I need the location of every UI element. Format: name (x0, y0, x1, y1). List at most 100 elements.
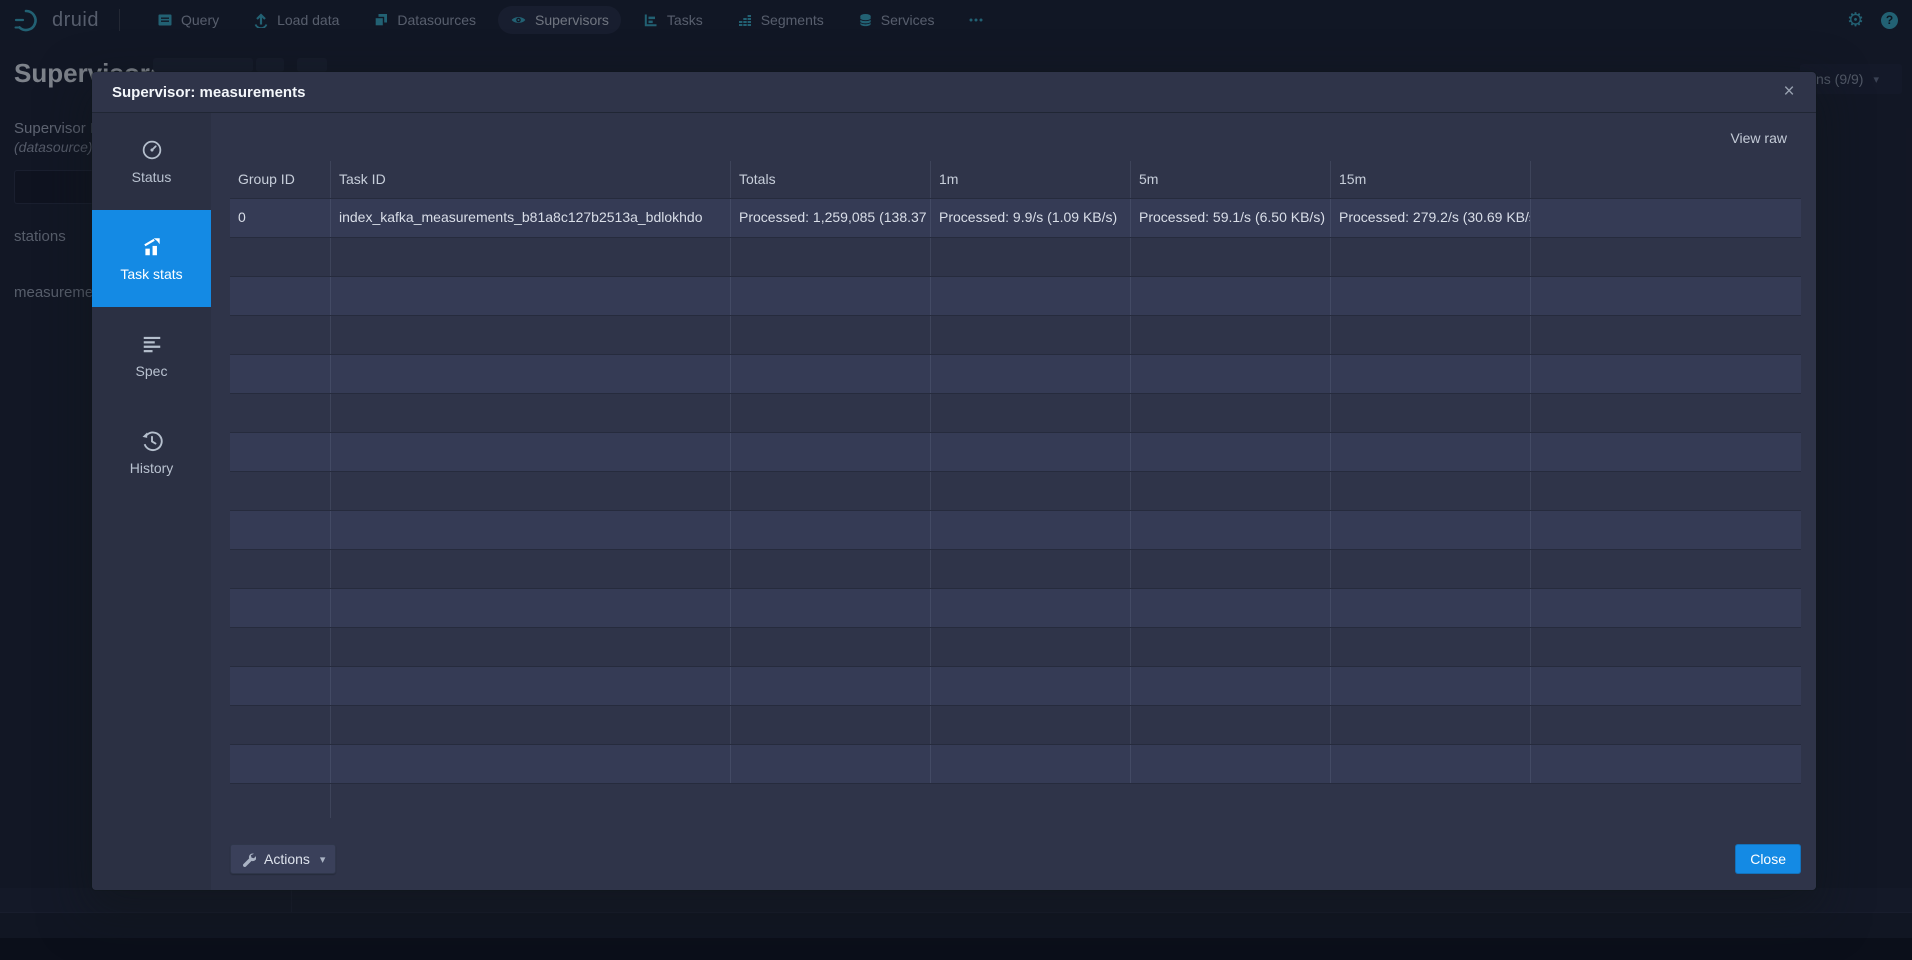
table-cell (230, 550, 331, 588)
table-cell (931, 472, 1131, 510)
table-cell (230, 238, 331, 276)
dialog-header: Supervisor: measurements × (92, 72, 1816, 113)
close-icon[interactable]: × (1776, 79, 1802, 105)
table-cell (1531, 745, 1801, 783)
table-cell (731, 667, 931, 705)
table-cell (1131, 550, 1331, 588)
table-cell (230, 355, 331, 393)
tab-task-stats[interactable]: Task stats (92, 210, 211, 307)
dialog-body: View raw Group IDTask IDTotals1m5m15m0in… (211, 113, 1816, 890)
table-row (230, 472, 1801, 511)
tab-spec[interactable]: Spec (92, 307, 211, 404)
status-icon (141, 139, 163, 161)
table-cell (1331, 472, 1531, 510)
table-cell: Group ID (230, 161, 331, 198)
table-cell: 15m (1331, 161, 1531, 198)
table-cell (1331, 706, 1531, 744)
table-cell (931, 667, 1131, 705)
tab-history[interactable]: History (92, 404, 211, 501)
table-cell (230, 277, 331, 315)
table-cell (1131, 667, 1331, 705)
table-cell: Totals (731, 161, 931, 198)
table-cell (1531, 550, 1801, 588)
table-cell (331, 238, 731, 276)
table-cell (1131, 511, 1331, 549)
table-cell (1531, 316, 1801, 354)
table-cell (1131, 394, 1331, 432)
table-row (230, 433, 1801, 472)
table-cell (1531, 589, 1801, 627)
table-cell: Processed: 279.2/s (30.69 KB/s) (1331, 199, 1531, 237)
table-cell (331, 667, 731, 705)
table-cell (1531, 277, 1801, 315)
table-cell (1131, 745, 1331, 783)
table-cell (931, 589, 1131, 627)
wrench-icon (241, 852, 256, 867)
table-row (230, 511, 1801, 550)
table-cell (1331, 394, 1531, 432)
table-cell (1331, 667, 1531, 705)
table-cell (731, 316, 931, 354)
table-cell (1131, 316, 1331, 354)
table-cell (1131, 238, 1331, 276)
table-row (230, 394, 1801, 433)
table-cell (1131, 628, 1331, 666)
table-cell: 5m (1131, 161, 1331, 198)
table-row (230, 628, 1801, 667)
table-cell (331, 472, 731, 510)
table-cell (1531, 394, 1801, 432)
table-cell (731, 589, 931, 627)
table-cell (1531, 667, 1801, 705)
table-cell (230, 472, 331, 510)
table-cell (1531, 433, 1801, 471)
table-cell (931, 550, 1131, 588)
table-cell (731, 277, 931, 315)
table-cell (1531, 161, 1801, 198)
view-raw-link[interactable]: View raw (1730, 130, 1787, 146)
table-cell (230, 433, 331, 471)
table-cell (931, 277, 1131, 315)
table-cell (230, 706, 331, 744)
table-cell (331, 394, 731, 432)
table-cell (230, 589, 331, 627)
close-button[interactable]: Close (1735, 844, 1801, 874)
table-cell (1331, 628, 1531, 666)
history-icon (141, 430, 163, 452)
table-cell (1131, 589, 1331, 627)
tab-label: History (130, 460, 174, 476)
table-row (230, 238, 1801, 277)
table-row (230, 589, 1801, 628)
table-cell (230, 316, 331, 354)
table-cell (331, 628, 731, 666)
table-cell (1531, 355, 1801, 393)
table-cell (731, 550, 931, 588)
table-header-row: Group IDTask IDTotals1m5m15m (230, 161, 1801, 199)
tab-status[interactable]: Status (92, 113, 211, 210)
table-row: 0index_kafka_measurements_b81a8c127b2513… (230, 199, 1801, 238)
table-cell: 0 (230, 199, 331, 237)
table-cell (331, 277, 731, 315)
table-cell (331, 433, 731, 471)
table-cell (731, 355, 931, 393)
table-cell (1531, 238, 1801, 276)
table-cell (931, 745, 1131, 783)
table-row (230, 316, 1801, 355)
table-cell (230, 628, 331, 666)
table-cell (331, 316, 731, 354)
table-cell (931, 316, 1131, 354)
table-cell (931, 433, 1131, 471)
table-partial-row (230, 784, 1801, 818)
table-cell (1331, 355, 1531, 393)
table-cell (1331, 277, 1531, 315)
table-cell (1331, 550, 1531, 588)
table-cell (230, 667, 331, 705)
table-cell (331, 745, 731, 783)
table-cell (1331, 589, 1531, 627)
table-cell: Processed: 59.1/s (6.50 KB/s) (1131, 199, 1331, 237)
table-cell (331, 706, 731, 744)
actions-button[interactable]: Actions ▾ (230, 844, 336, 874)
actions-button-label: Actions (264, 851, 310, 867)
table-row (230, 706, 1801, 745)
close-button-label: Close (1750, 851, 1786, 867)
table-cell (931, 355, 1131, 393)
